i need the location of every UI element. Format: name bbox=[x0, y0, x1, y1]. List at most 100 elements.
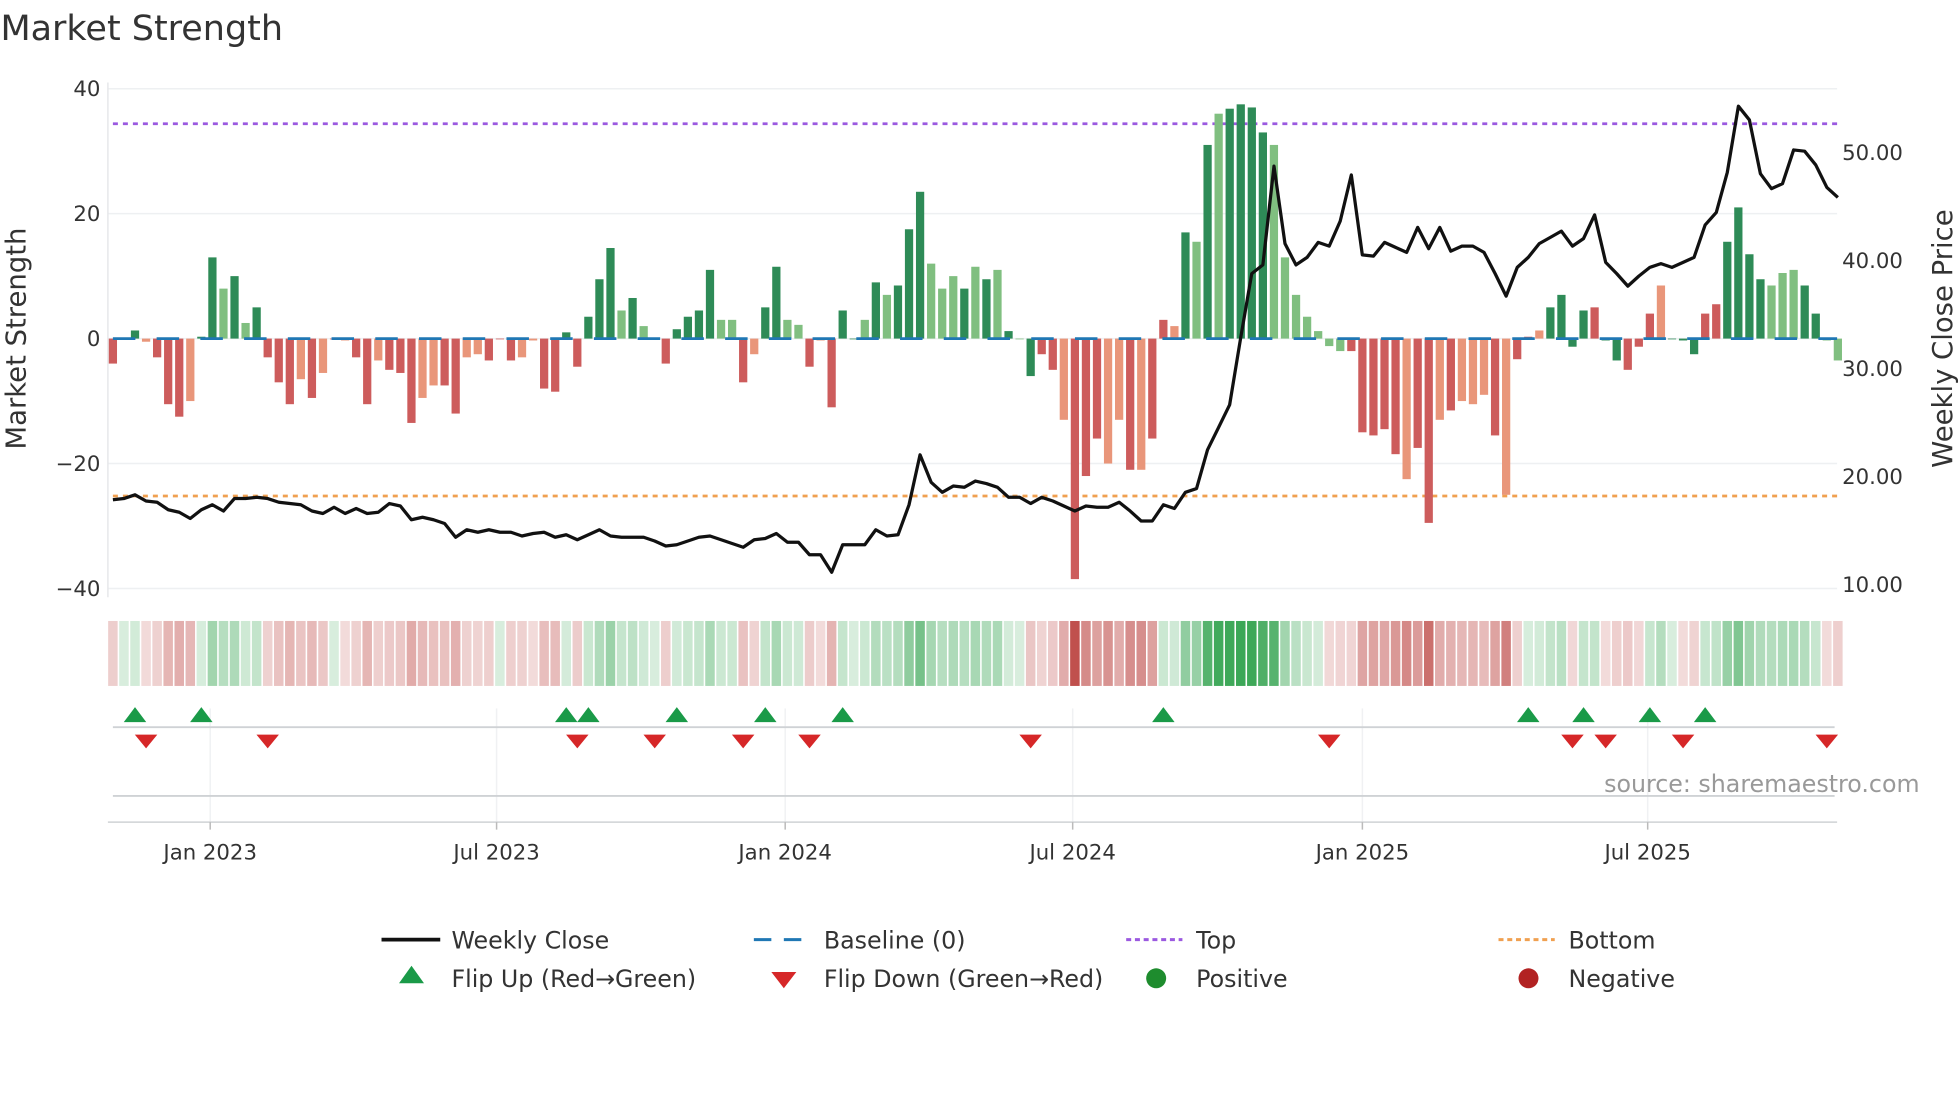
heat-strip-cell bbox=[207, 620, 218, 686]
heat-strip-cell bbox=[495, 620, 505, 686]
heat-strip-cell bbox=[1059, 620, 1069, 686]
strength-bar bbox=[705, 269, 715, 339]
flip-down-marker bbox=[798, 734, 821, 749]
heat-strip-cell bbox=[1523, 620, 1533, 686]
strength-bar bbox=[1800, 285, 1809, 339]
heat-strip-cell bbox=[1689, 620, 1699, 686]
strength-bar bbox=[893, 285, 903, 339]
strength-bar bbox=[1048, 338, 1057, 370]
heat-strip-cell bbox=[1224, 620, 1235, 686]
legend-item-negative[interactable]: Negative bbox=[1518, 965, 1675, 993]
heat-strip-cell bbox=[473, 620, 483, 686]
y-tick-label: 40 bbox=[73, 77, 100, 102]
strength-bar bbox=[938, 288, 947, 339]
heat-strip-cell bbox=[815, 620, 826, 686]
strength-bar bbox=[1490, 338, 1500, 436]
heat-strip-cell bbox=[749, 620, 759, 686]
flip-down-marker bbox=[1019, 734, 1042, 749]
heat-strip-cell bbox=[1125, 620, 1135, 686]
legend-label: Baseline (0) bbox=[824, 926, 966, 954]
strength-bar bbox=[683, 316, 693, 339]
heat-strip-cell bbox=[119, 620, 129, 686]
heat-strip-cell bbox=[1103, 620, 1113, 686]
flip-down-marker bbox=[1594, 734, 1617, 749]
legend-item-top[interactable]: Top bbox=[1126, 926, 1236, 954]
heat-strip-cell bbox=[1799, 620, 1810, 686]
flip-up-marker bbox=[1152, 707, 1175, 723]
heat-strip-cell bbox=[848, 620, 859, 686]
legend-item-flip-down[interactable]: Flip Down (Green→Red) bbox=[771, 965, 1103, 993]
y2-axis-label: Weekly Close Price bbox=[1927, 209, 1959, 467]
heat-strip-cell bbox=[716, 620, 726, 686]
triangle-down-icon bbox=[771, 972, 797, 989]
strength-bar bbox=[551, 338, 560, 392]
heat-strip-cell bbox=[1534, 620, 1545, 686]
strength-bar bbox=[1778, 273, 1787, 339]
strength-bar bbox=[462, 338, 471, 358]
heat-strip-cell bbox=[373, 620, 384, 686]
strength-bar bbox=[805, 338, 814, 367]
flip-up-marker bbox=[831, 707, 854, 723]
heat-strip-cell bbox=[1269, 620, 1279, 686]
strength-bar bbox=[1369, 338, 1378, 436]
heat-strip-cell bbox=[484, 620, 494, 686]
heat-strip-cell bbox=[1202, 620, 1213, 686]
heat-strip-cell bbox=[1777, 620, 1788, 686]
strength-bar bbox=[1667, 338, 1677, 340]
flip-down-marker bbox=[1815, 734, 1839, 749]
legend-item-weekly-close[interactable]: Weekly Close bbox=[381, 926, 610, 954]
strength-bar bbox=[506, 338, 516, 361]
legend-item-baseline[interactable]: Baseline (0) bbox=[753, 926, 966, 954]
strength-bar bbox=[1247, 107, 1256, 339]
strength-bar bbox=[1203, 144, 1212, 339]
strength-bar bbox=[1435, 338, 1444, 420]
legend-label: Bottom bbox=[1568, 926, 1655, 954]
strength-bar bbox=[263, 338, 272, 358]
strength-bar bbox=[363, 338, 372, 405]
heat-strip-cell bbox=[285, 620, 295, 686]
legend-label: Weekly Close bbox=[451, 926, 609, 954]
heat-strip-cell bbox=[1501, 620, 1511, 686]
heat-strip-cell bbox=[1722, 620, 1733, 686]
heat-strip-cell bbox=[318, 620, 328, 686]
heat-strip-cell bbox=[1357, 620, 1368, 686]
heat-strip-cell bbox=[1191, 620, 1202, 686]
flip-down-marker bbox=[134, 734, 158, 749]
heat-strip-cell bbox=[572, 620, 583, 686]
legend-item-flip-up[interactable]: Flip Up (Red→Green) bbox=[399, 965, 696, 993]
strength-bar bbox=[860, 319, 869, 339]
heat-strip-cell bbox=[174, 620, 184, 686]
strength-bar bbox=[1225, 108, 1234, 339]
heat-strip-cell bbox=[262, 620, 273, 686]
legend-item-bottom[interactable]: Bottom bbox=[1498, 926, 1656, 954]
heat-strip-cell bbox=[1468, 620, 1478, 686]
flip-down-marker bbox=[643, 734, 666, 749]
strength-bar bbox=[440, 338, 449, 386]
heat-strip-cell bbox=[1147, 620, 1158, 686]
strength-bar bbox=[672, 329, 681, 339]
heat-strip-cell bbox=[130, 620, 140, 686]
heat-strip-cell bbox=[1711, 620, 1721, 686]
heat-strip-cell bbox=[871, 620, 881, 686]
strength-bar bbox=[1446, 338, 1455, 411]
strength-bar bbox=[982, 279, 991, 339]
heat-strip-cell bbox=[1788, 620, 1799, 686]
heat-strip-cell bbox=[1180, 620, 1191, 686]
heat-strip-cell bbox=[937, 620, 947, 686]
legend-item-positive[interactable]: Positive bbox=[1146, 965, 1288, 993]
flip-down-marker bbox=[1561, 734, 1584, 749]
heat-strip-cell bbox=[1589, 620, 1600, 686]
heat-strip-cell bbox=[196, 620, 207, 686]
strength-bar bbox=[418, 338, 427, 398]
strength-bar bbox=[827, 338, 836, 408]
strength-bar bbox=[1811, 313, 1820, 339]
heat-strip-cell bbox=[539, 620, 549, 686]
heat-strip-cell bbox=[705, 620, 715, 686]
heat-strip-cell bbox=[616, 620, 627, 686]
strength-bar bbox=[528, 338, 538, 341]
strength-bar bbox=[639, 326, 648, 339]
heat-strip-cell bbox=[1556, 620, 1567, 686]
heat-strip-cell bbox=[152, 620, 162, 686]
heat-strip-cell bbox=[683, 620, 693, 686]
heat-strip-cell bbox=[517, 620, 527, 686]
